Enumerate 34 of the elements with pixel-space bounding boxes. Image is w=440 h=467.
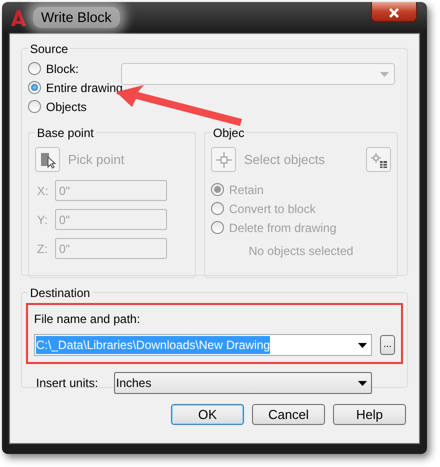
option-label: Delete from drawing [229,220,336,236]
dialog-button[interactable]: OK [171,404,244,425]
button-label: Select objects [244,150,325,169]
option-label: Objects [46,98,87,116]
option-label: Convert to block [229,200,316,218]
button-label: Pick point [68,150,124,169]
coordinate-label: Y: [36,212,49,228]
units-dropdown[interactable]: Inches [114,372,372,394]
coordinate-label: X: [36,182,50,200]
close-icon [389,8,399,18]
quick-select-icon [370,150,388,168]
file-path-value: C:\_Data\Libraries\Downloads\New Drawing [36,336,270,354]
option-label: Block: [46,60,79,78]
option-label: Retain [229,182,264,198]
window-title: Write Block [33,7,120,28]
dialog-button[interactable]: Help [333,404,406,425]
app-logo-icon [9,8,27,26]
radio-button[interactable] [28,100,41,113]
field-label: File name and path: [34,311,142,328]
cursor-icon [38,150,56,168]
caret-icon [358,342,367,348]
units-value: Inches [116,375,152,392]
dialog-button[interactable]: Cancel [252,404,325,425]
option-label: Entire drawing [46,80,123,96]
radio-button[interactable] [28,81,41,94]
radio-button[interactable] [28,62,41,75]
close-button[interactable] [371,2,417,22]
crosshair-icon [216,152,232,168]
coordinate-label: Z: [36,240,49,258]
field-label: Insert units: [35,375,100,392]
caret-icon [358,380,367,386]
caret-icon [380,72,389,76]
status-text: No objects selected [248,243,354,260]
browse-button[interactable]: ... [380,335,395,355]
